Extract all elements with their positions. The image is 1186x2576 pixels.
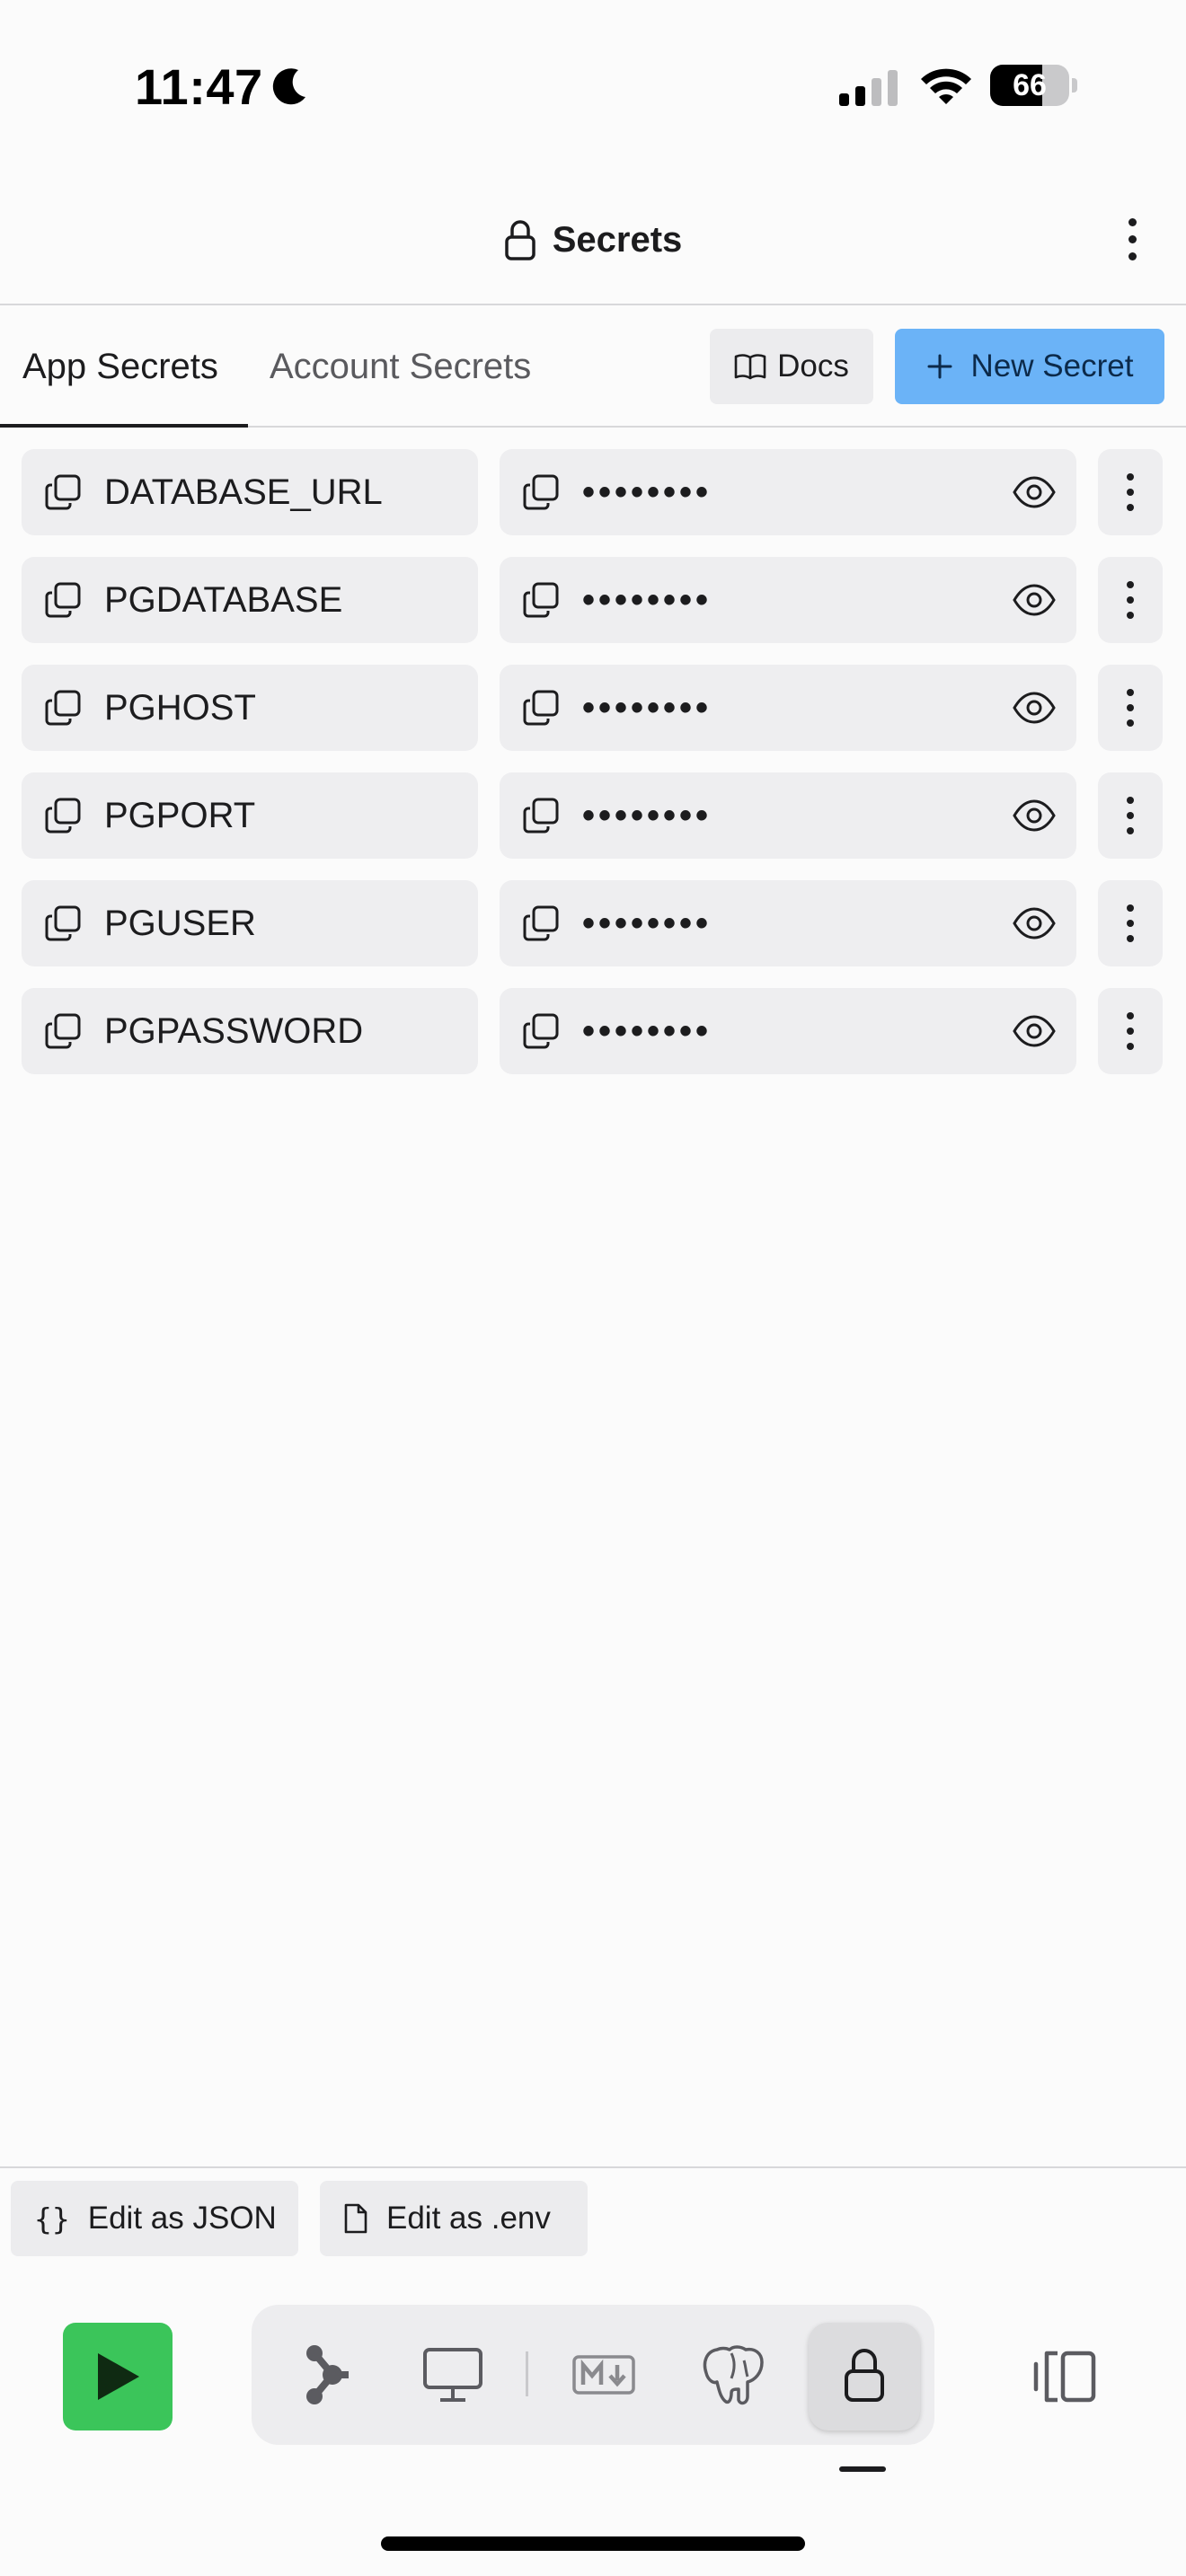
file-icon	[343, 2202, 368, 2235]
tab-account-secrets[interactable]: Account Secrets	[270, 307, 531, 428]
copy-icon[interactable]	[43, 904, 83, 943]
run-button[interactable]	[63, 2323, 173, 2430]
secret-value-masked: ••••••••	[582, 579, 712, 620]
eye-icon[interactable]	[1012, 582, 1057, 618]
preview-monitor-icon	[422, 2347, 483, 2403]
secret-key: PGUSER	[104, 903, 256, 943]
dock-secrets-button[interactable]	[810, 2305, 918, 2445]
panel-toggle-button[interactable]	[1026, 2339, 1105, 2414]
eye-icon[interactable]	[1012, 474, 1057, 510]
app-header: Secrets	[0, 171, 1186, 305]
status-time: 11:47	[135, 58, 263, 115]
battery-indicator: 66	[990, 65, 1077, 106]
secret-value-field[interactable]: ••••••••	[500, 665, 1076, 751]
copy-icon[interactable]	[521, 1011, 561, 1051]
secret-key: PGHOST	[104, 687, 256, 728]
secret-menu-button[interactable]	[1098, 988, 1163, 1074]
secret-key: PGDATABASE	[104, 579, 343, 620]
docs-button[interactable]: Docs	[710, 329, 873, 404]
secret-key-field[interactable]: PGHOST	[22, 665, 478, 751]
eye-icon[interactable]	[1012, 798, 1057, 834]
copy-icon[interactable]	[521, 580, 561, 620]
dock-markdown-button[interactable]	[550, 2305, 658, 2445]
secret-value-masked: ••••••••	[582, 795, 712, 835]
new-secret-button[interactable]: New Secret	[895, 329, 1164, 404]
copy-icon[interactable]	[43, 796, 83, 835]
copy-icon[interactable]	[43, 688, 83, 728]
secret-row: PGHOST ••••••••	[0, 665, 1186, 751]
play-icon	[93, 2350, 143, 2404]
copy-icon[interactable]	[521, 796, 561, 835]
edit-bar: {} Edit as JSON Edit as .env	[0, 2166, 1186, 2265]
secret-menu-button[interactable]	[1098, 880, 1163, 966]
tool-dock	[252, 2305, 934, 2445]
book-icon	[734, 353, 766, 380]
secret-value-field[interactable]: ••••••••	[500, 557, 1076, 643]
secret-value-masked: ••••••••	[582, 1010, 712, 1051]
copy-icon[interactable]	[43, 1011, 83, 1051]
more-options-button[interactable]	[1114, 210, 1150, 268]
new-secret-label: New Secret	[970, 348, 1134, 384]
eye-icon[interactable]	[1012, 1013, 1057, 1049]
lock-icon	[843, 2346, 886, 2404]
secret-value-field[interactable]: ••••••••	[500, 449, 1076, 535]
status-bar: 11:47 66	[0, 0, 1186, 171]
secret-value-masked: ••••••••	[582, 687, 712, 728]
secret-key-field[interactable]: PGUSER	[22, 880, 478, 966]
cellular-signal-icon	[839, 70, 900, 106]
secret-key-field[interactable]: PGPASSWORD	[22, 988, 478, 1074]
docs-label: Docs	[777, 348, 849, 384]
eye-icon[interactable]	[1012, 690, 1057, 726]
secret-value-field[interactable]: ••••••••	[500, 772, 1076, 859]
secret-key-field[interactable]: PGPORT	[22, 772, 478, 859]
workflows-icon	[302, 2342, 352, 2407]
page-title: Secrets	[552, 219, 683, 260]
dock-separator	[526, 2351, 528, 2396]
secret-key-field[interactable]: DATABASE_URL	[22, 449, 478, 535]
postgres-elephant-icon	[699, 2342, 767, 2407]
markdown-icon	[572, 2355, 635, 2395]
braces-icon: {}	[34, 2201, 70, 2236]
copy-icon[interactable]	[521, 904, 561, 943]
secret-row: PGDATABASE ••••••••	[0, 557, 1186, 643]
battery-percent: 66	[1013, 68, 1047, 102]
dock-database-button[interactable]	[679, 2305, 787, 2445]
secret-key-field[interactable]: PGDATABASE	[22, 557, 478, 643]
copy-icon[interactable]	[521, 688, 561, 728]
split-panel-icon	[1032, 2350, 1099, 2404]
secrets-tabs: App Secrets Account Secrets Docs New Sec…	[0, 307, 1186, 428]
secret-value-masked: ••••••••	[582, 903, 712, 943]
edit-as-env-button[interactable]: Edit as .env	[320, 2181, 588, 2256]
secret-key: DATABASE_URL	[104, 472, 383, 512]
secret-row: DATABASE_URL ••••••••	[0, 449, 1186, 535]
secret-row: PGUSER ••••••••	[0, 880, 1186, 966]
secret-row: PGPASSWORD ••••••••	[0, 988, 1186, 1074]
copy-icon[interactable]	[521, 472, 561, 512]
moon-icon	[271, 66, 309, 106]
secret-value-field[interactable]: ••••••••	[500, 988, 1076, 1074]
wifi-icon	[918, 65, 974, 106]
plus-icon	[926, 353, 953, 380]
secret-menu-button[interactable]	[1098, 665, 1163, 751]
edit-as-json-label: Edit as JSON	[87, 2201, 277, 2236]
copy-icon[interactable]	[43, 472, 83, 512]
dock-workflows-button[interactable]	[273, 2305, 381, 2445]
secret-value-masked: ••••••••	[582, 472, 712, 512]
secret-menu-button[interactable]	[1098, 772, 1163, 859]
copy-icon[interactable]	[43, 580, 83, 620]
dock-preview-button[interactable]	[399, 2305, 507, 2445]
secret-value-field[interactable]: ••••••••	[500, 880, 1076, 966]
eye-icon[interactable]	[1012, 905, 1057, 941]
home-indicator	[381, 2536, 805, 2551]
secret-key: PGPASSWORD	[104, 1010, 364, 1051]
edit-as-json-button[interactable]: {} Edit as JSON	[11, 2181, 298, 2256]
active-tab-indicator	[839, 2466, 886, 2472]
secret-menu-button[interactable]	[1098, 449, 1163, 535]
lock-icon	[504, 219, 536, 260]
tab-app-secrets[interactable]: App Secrets	[0, 307, 248, 428]
secret-menu-button[interactable]	[1098, 557, 1163, 643]
secret-key: PGPORT	[104, 795, 256, 835]
secret-row: PGPORT ••••••••	[0, 772, 1186, 859]
edit-as-env-label: Edit as .env	[386, 2201, 551, 2236]
